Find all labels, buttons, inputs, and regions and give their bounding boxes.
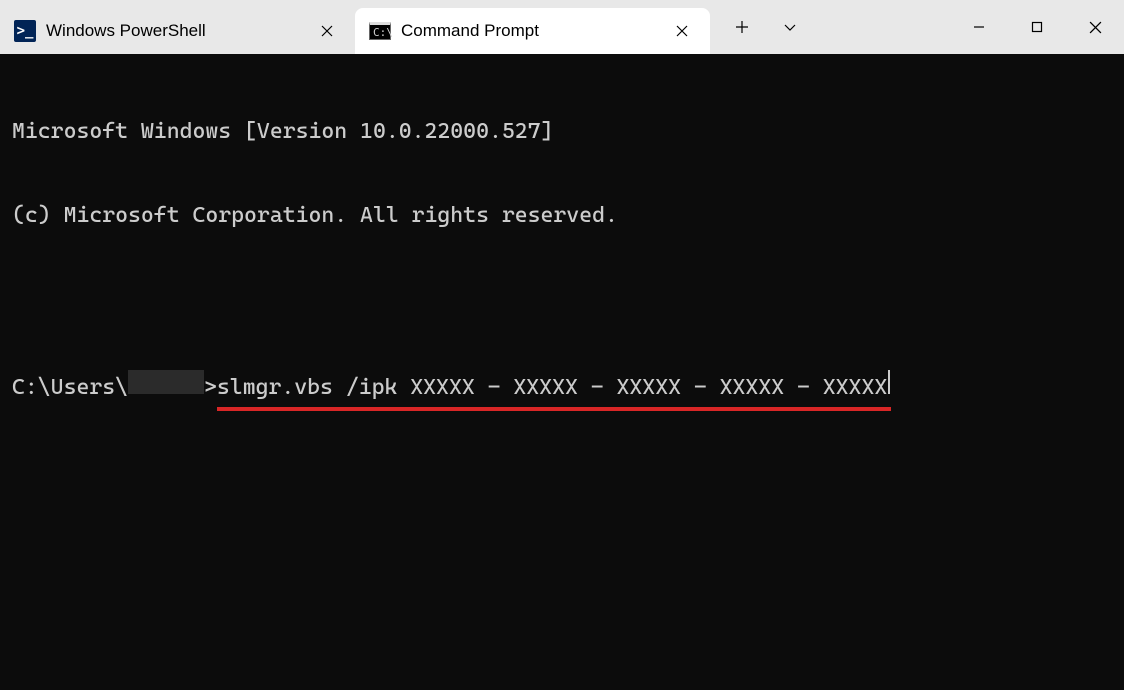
blank-line (12, 286, 1112, 314)
powershell-icon: >_ (14, 20, 36, 42)
close-icon (321, 25, 333, 37)
maximize-button[interactable] (1008, 4, 1066, 50)
prompt-suffix: > (204, 374, 217, 402)
tab-strip: >_ Windows PowerShell C:\ Command Prompt (0, 0, 710, 54)
prompt-line: C:\Users\ >slmgr.vbs /ipk XXXXX - XXXXX -… (12, 370, 1112, 402)
tab-powershell[interactable]: >_ Windows PowerShell (0, 8, 355, 54)
command-text: slmgr.vbs /ipk XXXXX - XXXXX - XXXXX - X… (217, 375, 887, 400)
terminal-output[interactable]: Microsoft Windows [Version 10.0.22000.52… (0, 54, 1124, 690)
plus-icon (735, 20, 749, 34)
maximize-icon (1031, 21, 1043, 33)
banner-line: (c) Microsoft Corporation. All rights re… (12, 202, 1112, 230)
titlebar-drag-region[interactable] (814, 0, 950, 54)
terminal-window: >_ Windows PowerShell C:\ Command Prompt (0, 0, 1124, 690)
close-icon (1089, 21, 1102, 34)
titlebar[interactable]: >_ Windows PowerShell C:\ Command Prompt (0, 0, 1124, 54)
new-tab-button[interactable] (718, 4, 766, 50)
redacted-username (128, 370, 204, 394)
minimize-icon (973, 21, 985, 33)
banner-line: Microsoft Windows [Version 10.0.22000.52… (12, 118, 1112, 146)
window-close-button[interactable] (1066, 4, 1124, 50)
chevron-down-icon (783, 20, 797, 34)
tab-command-prompt[interactable]: C:\ Command Prompt (355, 8, 710, 54)
titlebar-actions (718, 0, 814, 54)
tab-close-button[interactable] (668, 17, 696, 45)
command-wrap: slmgr.vbs /ipk XXXXX - XXXXX - XXXXX - X… (217, 374, 887, 402)
tab-dropdown-button[interactable] (766, 4, 814, 50)
tab-close-button[interactable] (313, 17, 341, 45)
cmd-icon: C:\ (369, 20, 391, 42)
text-cursor (888, 370, 890, 394)
annotation-underline (217, 407, 891, 411)
window-controls (950, 0, 1124, 54)
tab-title: Windows PowerShell (46, 21, 303, 41)
minimize-button[interactable] (950, 4, 1008, 50)
close-icon (676, 25, 688, 37)
prompt-prefix: C:\Users\ (12, 374, 128, 402)
tab-title: Command Prompt (401, 21, 658, 41)
